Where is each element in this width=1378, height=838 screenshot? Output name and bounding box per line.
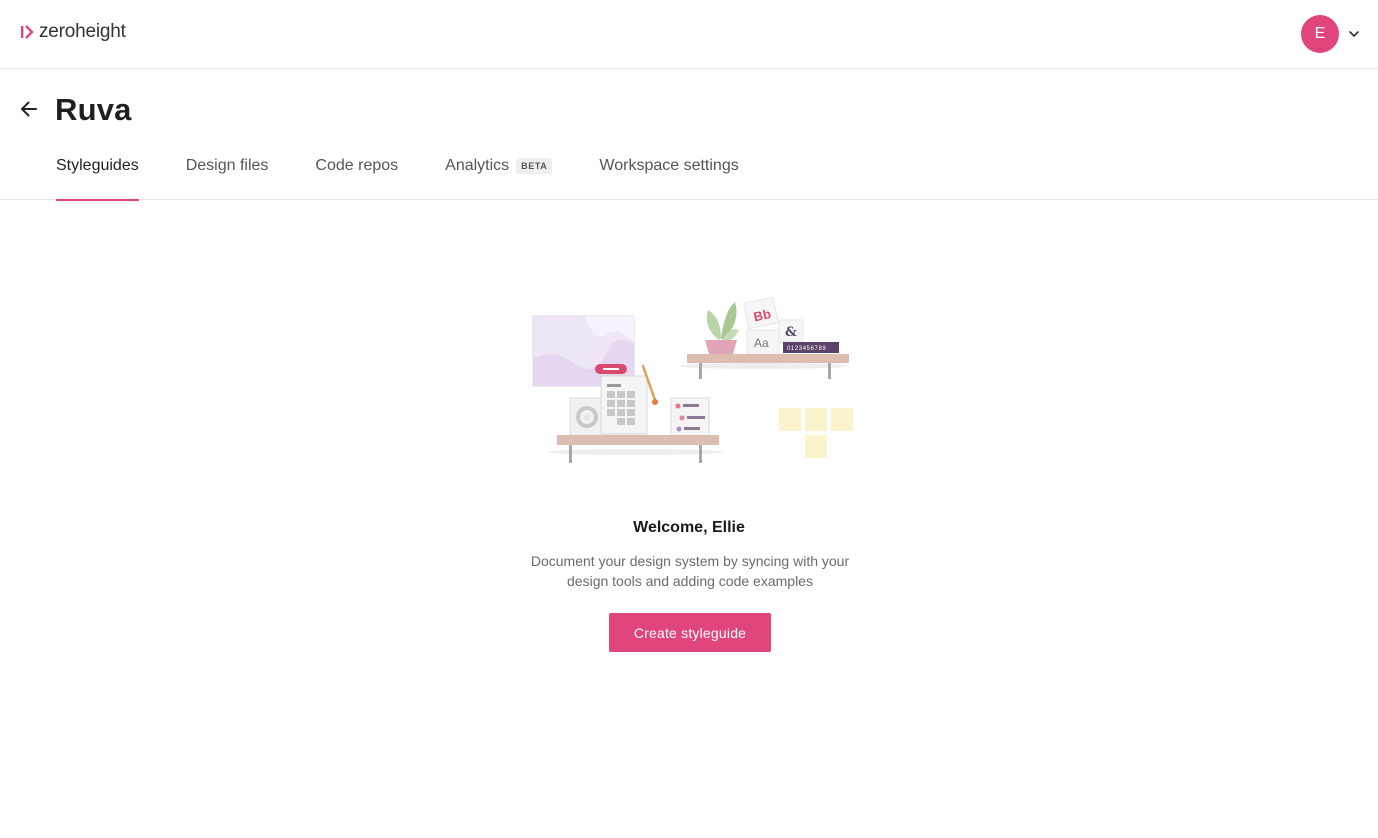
tab-label: Analytics — [445, 157, 510, 174]
user-menu[interactable]: E — [1301, 15, 1360, 53]
tab-label: Code repos — [315, 157, 399, 174]
workspace-header: Ruva Styleguides Design files Code repos… — [0, 69, 1378, 201]
arrow-left-icon — [21, 101, 37, 117]
brand-name: zeroheight — [39, 21, 126, 42]
tab-design-files[interactable]: Design files — [186, 148, 269, 200]
welcome-title: Welcome, Ellie — [633, 519, 745, 536]
chevron-down-icon[interactable] — [1348, 28, 1360, 40]
tab-label: Workspace settings — [599, 157, 739, 174]
tab-analytics[interactable]: Analytics BETA — [445, 148, 553, 200]
page-title: Ruva — [55, 92, 132, 127]
tab-code-repos[interactable]: Code repos — [315, 148, 398, 200]
illustration-amp-text: & — [785, 325, 797, 340]
illustration-digits-text: 0123456789 — [787, 346, 826, 352]
illustration-aa-text: Aa — [754, 336, 769, 350]
tab-styleguides[interactable]: Styleguides — [56, 148, 139, 201]
create-styleguide-button[interactable]: Create styleguide — [609, 613, 771, 652]
welcome-description: Document your design system by syncing w… — [530, 553, 850, 589]
tab-label: Styleguides — [56, 157, 139, 174]
beta-badge: BETA — [516, 158, 553, 174]
zeroheight-logo-icon — [21, 25, 34, 39]
brand-logo[interactable]: zeroheight — [20, 20, 126, 44]
tab-label: Design files — [185, 157, 269, 174]
design-shelves-illustration: Bb Aa & 0123456789 — [532, 296, 853, 463]
top-bar: zeroheight E — [0, 0, 1378, 69]
avatar[interactable]: E — [1301, 15, 1339, 53]
workspace-tabs: Styleguides Design files Code repos Anal… — [56, 148, 786, 201]
tab-workspace-settings[interactable]: Workspace settings — [599, 148, 738, 200]
back-button[interactable] — [18, 98, 40, 120]
